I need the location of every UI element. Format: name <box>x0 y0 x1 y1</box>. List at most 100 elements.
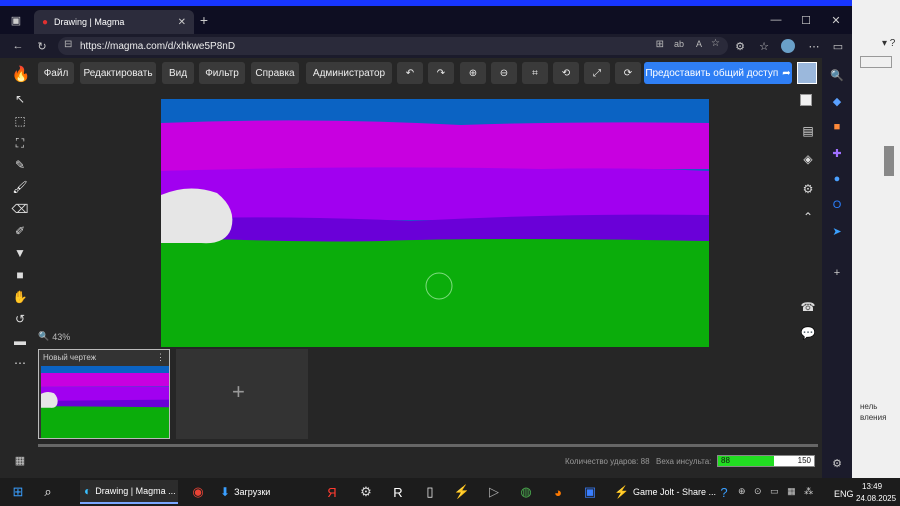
chat-icon[interactable]: 💬 <box>798 324 818 342</box>
menu-view[interactable]: Вид <box>162 62 194 84</box>
drawing-title: Новый чертеж <box>43 353 97 362</box>
blue-app-icon[interactable]: ▣ <box>578 480 602 504</box>
edge-tools-icon[interactable]: ✚ <box>828 144 846 162</box>
translate-icon[interactable]: ab <box>674 39 684 49</box>
maximize-button[interactable]: ☐ <box>796 12 816 28</box>
rotate-icon: ⟲ <box>561 67 571 79</box>
primary-color-swatch[interactable] <box>800 94 812 106</box>
map-app-icon[interactable]: ◍ <box>514 480 538 504</box>
menu-filter[interactable]: Фильтр <box>199 62 245 84</box>
taskbar-app-edge[interactable]: ◐ Drawing | Magma ... <box>80 480 178 504</box>
edge-shopping-icon[interactable]: ■ <box>828 118 846 136</box>
flip-button[interactable]: ⟳ <box>615 62 641 84</box>
yandex-app-icon[interactable]: Я <box>320 480 344 504</box>
apps-icon[interactable]: ⊞ <box>656 39 664 50</box>
read-aloud-icon[interactable]: A <box>696 39 702 49</box>
brush-tool-icon[interactable]: 🖌 <box>10 178 30 196</box>
taskbar-app-downloads-label: Загрузки <box>234 487 271 497</box>
collapse-chevron-icon[interactable]: ⌃ <box>798 208 818 226</box>
zoom-out-button[interactable]: ⊖ <box>491 62 517 84</box>
drawing-canvas[interactable] <box>161 99 709 347</box>
menu-admin[interactable]: Администратор <box>306 62 392 84</box>
progress-max: 150 <box>797 456 811 465</box>
flip-icon: ⟳ <box>623 67 633 79</box>
menu-edit[interactable]: Редактировать <box>80 62 156 84</box>
share-button[interactable]: Предоставить общий доступ ➦ <box>644 62 792 84</box>
start-windows-icon[interactable]: ⊞ <box>6 480 30 504</box>
chrome-app-icon[interactable]: ◉ <box>186 480 210 504</box>
eyedropper-tool-icon[interactable]: ✎ <box>10 156 30 174</box>
minimize-button[interactable]: — <box>766 12 786 28</box>
fit-icon: ⌗ <box>532 67 538 79</box>
clock-time[interactable]: 13:49 <box>862 482 882 491</box>
hand-tool-icon[interactable]: ✋ <box>10 288 30 306</box>
fit-button[interactable]: ⌗ <box>522 62 548 84</box>
taskbar-search-icon[interactable]: ⌕ <box>36 480 60 504</box>
help-icon[interactable]: ? <box>712 480 736 504</box>
edge-outlook-icon[interactable]: O <box>828 196 846 214</box>
back-arrow-icon[interactable]: ← <box>10 38 26 54</box>
tab-title: Drawing | Magma <box>54 17 125 27</box>
clock-date[interactable]: 24.08.2025 <box>856 494 896 503</box>
settings-app-icon[interactable]: ⚙ <box>354 480 378 504</box>
shape-tool-icon[interactable]: ■ <box>10 266 30 284</box>
fullscreen-button[interactable]: ⤢ <box>584 62 610 84</box>
filmstrip-icon[interactable]: ▦ <box>12 453 28 467</box>
media-app-icon[interactable]: ▷ <box>482 480 506 504</box>
info-panel-icon[interactable]: ▤ <box>798 122 818 140</box>
redo-button[interactable]: ↷ <box>428 62 454 84</box>
user-avatar[interactable] <box>797 62 817 84</box>
roblox-app-icon[interactable]: R <box>386 480 410 504</box>
browser-tab[interactable]: ● Drawing | Magma ✕ <box>34 10 194 34</box>
url-field[interactable]: ⊟ https://magma.com/d/xhkwe5P8nD ⊞ ab A … <box>58 37 728 55</box>
panel-scrollbar[interactable] <box>38 444 818 447</box>
menu-help[interactable]: Справка <box>251 62 299 84</box>
settings-gear-icon[interactable]: ⚙ <box>798 180 818 198</box>
layers-icon[interactable]: ◈ <box>798 150 818 168</box>
sidebar-toggle-icon[interactable]: ▭ <box>830 38 846 54</box>
edge-send-icon[interactable]: ➤ <box>828 222 846 240</box>
tab-actions-icon[interactable]: ▣ <box>8 12 24 28</box>
drawing-thumbnail[interactable]: Новый чертеж ⋮ <box>38 349 170 439</box>
fill-tool-icon[interactable]: ▼ <box>10 244 30 262</box>
taskbar-app-downloads[interactable]: ⬇ Загрузки <box>216 480 312 504</box>
move-tool-icon[interactable]: ↖ <box>10 90 30 108</box>
notepad-app-icon[interactable]: ▯ <box>418 480 442 504</box>
rotate-view-tool-icon[interactable]: ↺ <box>10 310 30 328</box>
tray-icons[interactable]: ⊕ ⊙ ▭ ▦ ⁂ <box>738 486 816 497</box>
bg-chevron-icon: ▾ ? <box>882 38 896 49</box>
more-tools-icon[interactable]: ⋯ <box>10 354 30 372</box>
magma-logo-icon[interactable]: 🔥 <box>12 64 31 84</box>
edge-add-icon[interactable]: + <box>828 264 846 282</box>
voice-call-icon[interactable]: ☎ <box>798 298 818 316</box>
add-drawing-button[interactable]: + <box>176 349 308 439</box>
reload-icon[interactable]: ↻ <box>34 38 50 54</box>
site-info-icon[interactable]: ⊟ <box>64 39 72 50</box>
gamejolt-app-icon[interactable]: ⚡ <box>450 480 474 504</box>
rotate-button[interactable]: ⟲ <box>553 62 579 84</box>
zoom-in-button[interactable]: ⊕ <box>460 62 486 84</box>
new-tab-button[interactable]: + <box>196 12 212 28</box>
undo-button[interactable]: ↶ <box>397 62 423 84</box>
edge-settings-icon[interactable]: ⚙ <box>828 454 846 472</box>
comment-tool-icon[interactable]: ▬ <box>10 332 30 350</box>
transform-tool-icon[interactable]: ⛶ <box>10 134 30 152</box>
smudge-tool-icon[interactable]: ✐ <box>10 222 30 240</box>
drawing-options-icon[interactable]: ⋮ <box>156 352 165 363</box>
edge-games-icon[interactable]: ● <box>828 170 846 188</box>
profile-avatar[interactable] <box>781 39 795 53</box>
firefox-app-icon[interactable]: ◕ <box>546 480 570 504</box>
close-window-button[interactable]: ✕ <box>826 12 846 28</box>
favorites-icon[interactable]: ☆ <box>756 38 772 54</box>
selection-tool-icon[interactable]: ⬚ <box>10 112 30 130</box>
taskbar-app-gamejolt[interactable]: ⚡ Game Jolt - Share ... <box>610 480 716 504</box>
favorite-star-icon[interactable]: ☆ <box>711 38 720 49</box>
edge-search-icon[interactable]: 🔍 <box>828 66 846 84</box>
language-indicator[interactable]: ENG <box>834 489 854 499</box>
eraser-tool-icon[interactable]: ⌫ <box>10 200 30 218</box>
more-menu-icon[interactable]: ⋯ <box>806 38 822 54</box>
menu-file[interactable]: Файл <box>38 62 74 84</box>
extensions-icon[interactable]: ⚙ <box>732 38 748 54</box>
close-tab-icon[interactable]: ✕ <box>178 17 186 28</box>
edge-tag-icon[interactable]: ◆ <box>828 92 846 110</box>
